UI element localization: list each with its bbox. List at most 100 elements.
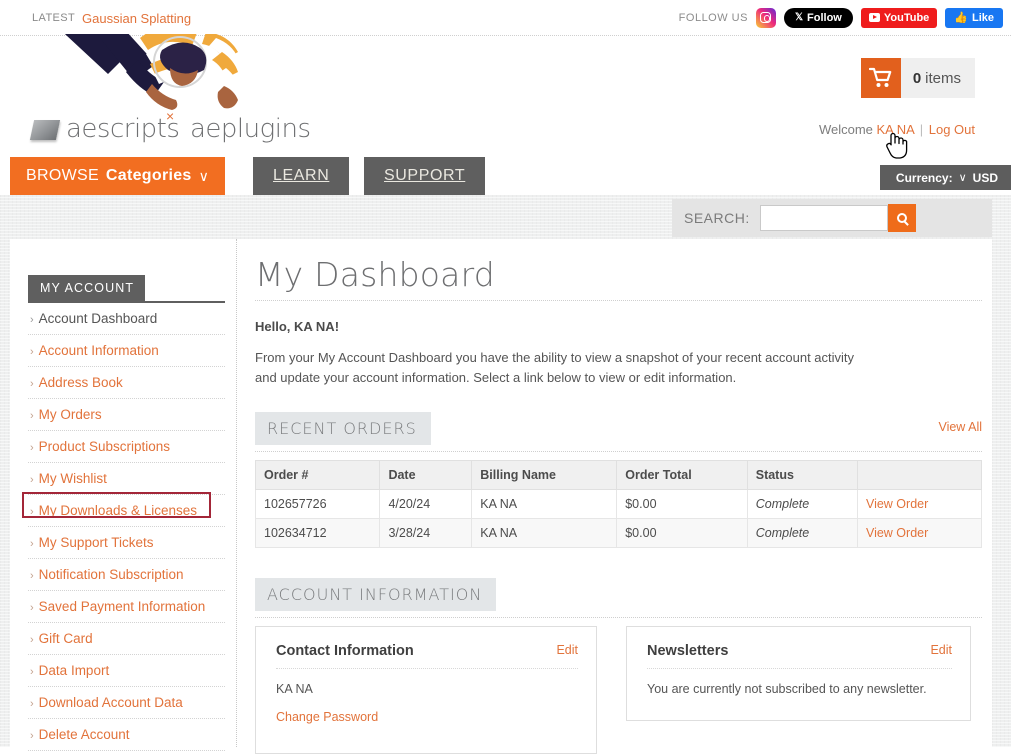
cell-order-total: $0.00 [616,489,748,519]
currency-label: Currency: [895,170,953,185]
cart-summary[interactable]: 0 items [860,58,975,98]
view-order-link[interactable]: View Order [866,526,928,540]
contact-name: KA NA [276,682,313,696]
contact-information-title: Contact Information [276,643,578,669]
sidebar-item-label: Delete Account [38,727,130,742]
welcome-label: Welcome [818,122,873,137]
sidebar-item-label: Gift Card [38,631,93,646]
cell-order-number: 102634712 [254,518,381,548]
sidebar-item-saved-payment-information[interactable]: › Saved Payment Information [28,591,225,623]
search-input[interactable] [759,205,888,231]
chevron-right-icon: › [30,346,34,358]
instagram-icon[interactable] [755,7,776,28]
column-order-total: Order Total [616,460,748,490]
nav-tab-learn[interactable]: LEARN [253,157,350,195]
edit-newsletters-link[interactable]: Edit [930,643,952,657]
sidebar-item-address-book[interactable]: › Address Book [28,367,225,399]
browse-label: BROWSE [26,167,99,184]
chevron-right-icon: › [30,410,34,422]
account-cards: Contact Information Edit KA NA Change Pa… [255,626,982,754]
chevron-right-icon: › [30,666,34,678]
sidebar-divider [236,239,237,747]
sidebar-item-my-support-tickets[interactable]: › My Support Tickets [28,527,225,559]
cell-order-number: 102657726 [254,489,381,519]
search-bar: SEARCH: [672,199,992,237]
chevron-right-icon: › [30,602,34,614]
cart-items-label: items [925,69,961,87]
title-divider [255,300,982,301]
chevron-right-icon: › [30,314,34,326]
intro-text: From your My Account Dashboard you have … [255,350,855,385]
sidebar-item-label: Account Dashboard [38,311,158,326]
logo-illustration [30,34,285,114]
search-button[interactable] [887,204,916,232]
sidebar-item-notification-subscription[interactable]: › Notification Subscription [28,559,225,591]
edit-contact-information-link[interactable]: Edit [556,643,578,657]
logout-link[interactable]: Log Out [929,122,975,137]
chevron-right-icon: › [30,506,34,518]
chevron-right-icon: › [30,698,34,710]
latest-label: LATEST [32,12,76,24]
sidebar-item-label: Download Account Data [38,695,183,710]
shopping-cart-icon [860,58,901,98]
column-billing-name: Billing Name [471,460,618,490]
chevron-right-icon: › [30,474,34,486]
mouse-cursor [884,130,910,160]
sidebar-item-product-subscriptions[interactable]: › Product Subscriptions [28,431,225,463]
content-panel: MY ACCOUNT › Account Dashboard › Account I… [10,239,992,754]
sidebar-item-gift-card[interactable]: › Gift Card [28,623,225,655]
sidebar-item-account-dashboard[interactable]: › Account Dashboard [28,303,225,335]
table-header-row: Order # Date Billing Name Order Total St… [254,460,983,490]
cart-count: 0 items [901,58,975,98]
sidebar-item-delete-account[interactable]: › Delete Account [28,719,225,751]
change-password-link[interactable]: Change Password [276,710,378,724]
sidebar-item-download-account-data[interactable]: › Download Account Data [28,687,225,719]
latest-article-link[interactable]: Gaussian Splatting [82,11,191,26]
facebook-like-label: Like [971,11,994,24]
chevron-right-icon: › [30,442,34,454]
logo-separator-icon: × [166,108,175,124]
facebook-like-button[interactable]: 👍 Like [945,7,1003,28]
currency-selector[interactable]: Currency: ∨ USD [879,165,1011,190]
sidebar-item-account-information[interactable]: › Account Information [28,335,225,367]
sidebar-item-my-downloads-and-licenses[interactable]: › My Downloads & Licenses [22,492,225,527]
sidebar-item-label: Product Subscriptions [38,439,170,454]
follow-us-label: FOLLOW US [678,11,748,24]
cell-status: Complete [746,489,858,519]
youtube-label: YouTube [883,11,930,24]
sidebar-item-my-orders[interactable]: › My Orders [28,399,225,431]
cell-billing-name: KA NA [471,489,618,519]
x-logo-icon: 𝕏 [794,12,804,23]
browse-categories-button[interactable]: BROWSE Categories ∨ [10,157,226,195]
newsletters-status-text: You are currently not subscribed to any … [647,682,927,696]
nav-tab-support[interactable]: SUPPORT [364,157,486,195]
logo-wordmark: aescripts × aeplugins [29,108,311,144]
recent-orders-table: Order # Date Billing Name Order Total St… [254,460,983,548]
welcome-separator: | [919,122,924,137]
account-sidebar: MY ACCOUNT › Account Dashboard › Account I… [22,275,235,751]
view-all-orders-link[interactable]: View All [938,420,982,434]
sidebar-item-my-wishlist[interactable]: › My Wishlist [28,463,225,495]
column-status: Status [746,460,858,490]
dashboard-main: My Dashboard Hello, KA NA! From your My … [254,255,983,754]
sidebar-title: MY ACCOUNT [28,275,146,301]
site-logo[interactable]: aescripts × aeplugins [29,34,311,144]
page-title: My Dashboard [255,255,495,294]
search-icon [896,213,907,223]
chevron-right-icon: › [30,570,34,582]
logo-aeplugins-text: aeplugins [190,114,311,144]
account-information-header: ACCOUNT INFORMATION [255,578,982,618]
card-icon [29,120,61,140]
view-order-link[interactable]: View Order [866,497,928,511]
section-divider [255,451,982,452]
sidebar-item-label: My Support Tickets [38,535,154,550]
sidebar-item-data-import[interactable]: › Data Import [28,655,225,687]
sidebar-item-label: My Wishlist [38,471,107,486]
newsletters-card: Newsletters Edit You are currently not s… [626,626,971,721]
cart-count-number: 0 [912,69,922,87]
currency-value: USD [972,170,998,185]
sidebar-item-label: Account Information [38,343,159,358]
x-follow-button[interactable]: 𝕏 Follow [783,7,853,28]
chevron-right-icon: › [30,378,34,390]
youtube-button[interactable]: YouTube [860,7,938,28]
